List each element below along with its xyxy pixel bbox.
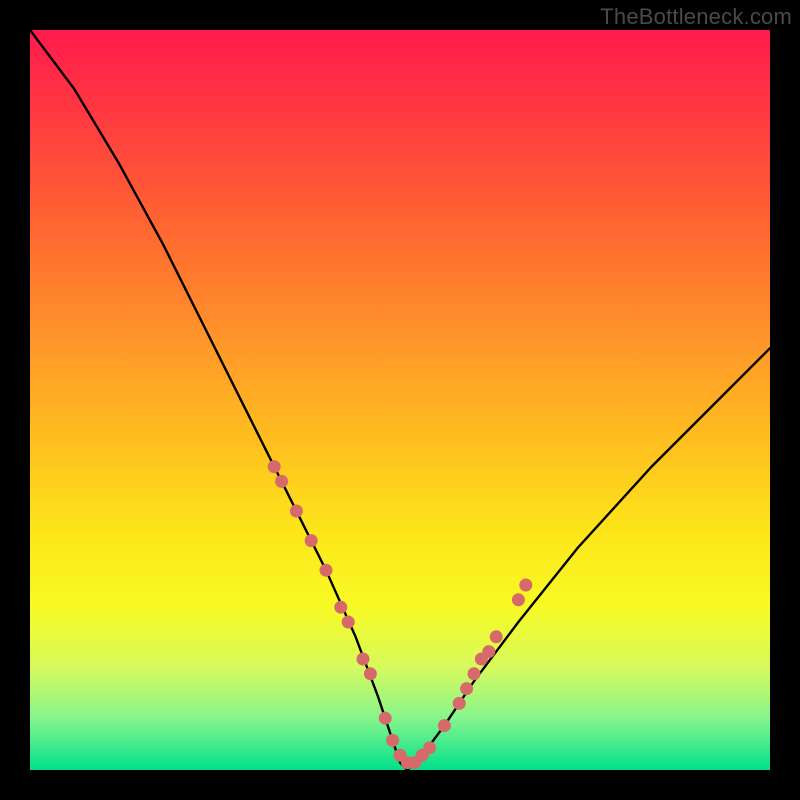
curve-marker [342, 616, 355, 629]
curve-marker [423, 741, 436, 754]
watermark-text: TheBottleneck.com [600, 4, 792, 30]
curve-marker [334, 601, 347, 614]
chart-frame: TheBottleneck.com [0, 0, 800, 800]
curve-marker [438, 719, 451, 732]
curve-marker [460, 682, 473, 695]
curve-marker [290, 505, 303, 518]
curve-marker [490, 630, 503, 643]
curve-marker [268, 460, 281, 473]
curve-marker [379, 712, 392, 725]
curve-marker [453, 697, 466, 710]
curve-marker [512, 593, 525, 606]
curve-marker [320, 564, 333, 577]
bottleneck-curve [30, 30, 770, 770]
curve-marker [357, 653, 370, 666]
curve-marker [519, 579, 532, 592]
curve-layer [30, 30, 770, 770]
plot-area [30, 30, 770, 770]
curve-markers [268, 460, 533, 769]
curve-marker [482, 645, 495, 658]
curve-marker [275, 475, 288, 488]
curve-marker [468, 667, 481, 680]
curve-marker [386, 734, 399, 747]
curve-marker [305, 534, 318, 547]
curve-marker [364, 667, 377, 680]
